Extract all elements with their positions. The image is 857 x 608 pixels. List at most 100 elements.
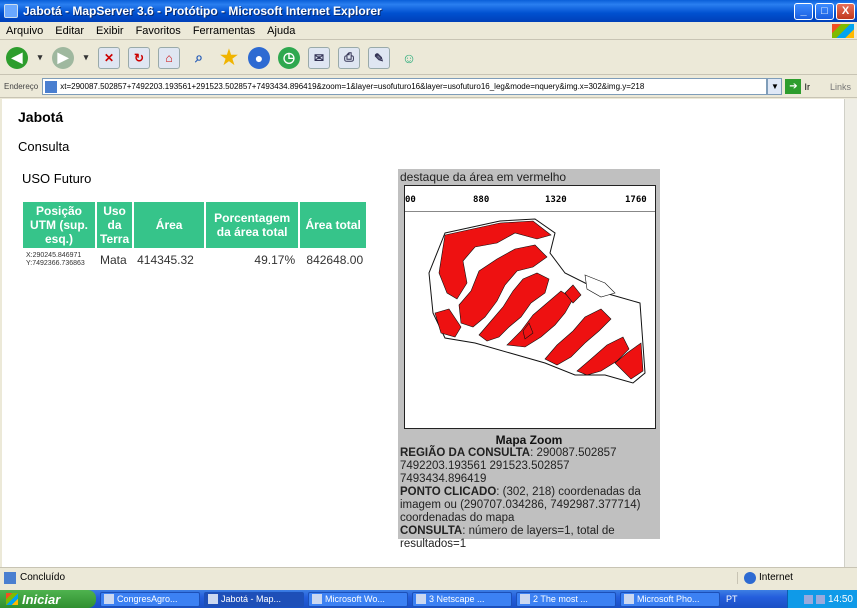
task-label: Microsoft Pho...: [637, 594, 700, 604]
scale-ruler: 00 880 1320 1760: [405, 186, 655, 212]
close-button[interactable]: X: [836, 2, 855, 20]
stop-icon[interactable]: ✕: [98, 46, 120, 69]
minimize-button[interactable]: _: [794, 2, 813, 20]
cell-uso: Mata: [100, 253, 127, 267]
coord-y: Y:7492366.736863: [26, 260, 85, 267]
browser-window: Jabotá - MapServer 3.6 - Protótipo - Mic…: [0, 0, 857, 590]
map-info: REGIÃO DA CONSULTA: 290087.502857 749220…: [400, 447, 658, 551]
back-icon[interactable]: ◀: [6, 46, 28, 69]
task-label: 3 Netscape ...: [429, 594, 485, 604]
ponto-label: PONTO CLICADO: [400, 486, 497, 498]
title-bar[interactable]: Jabotá - MapServer 3.6 - Protótipo - Mic…: [0, 0, 857, 22]
taskbar-item-congresagro[interactable]: CongresAgro...: [100, 591, 200, 607]
internet-zone-icon: [744, 571, 756, 584]
page-done-icon: [4, 571, 16, 584]
start-button[interactable]: Iniciar: [0, 590, 96, 608]
go-button[interactable]: Ir: [804, 82, 830, 92]
vertical-scrollbar[interactable]: [844, 99, 857, 567]
menu-bar: Arquivo Editar Exibir Favoritos Ferramen…: [0, 22, 857, 40]
map-zoom-label: Mapa Zoom: [495, 433, 563, 447]
ruler-tick: 00: [405, 195, 416, 205]
address-label: Endereço: [4, 82, 39, 91]
task-label: Microsoft Wo...: [325, 594, 385, 604]
forward-icon[interactable]: ▶: [52, 46, 74, 69]
edit-icon[interactable]: ✎: [368, 46, 390, 69]
back-dropdown-icon[interactable]: ▾: [36, 47, 44, 69]
search-icon[interactable]: ⌕: [188, 47, 210, 69]
status-text: Concluído: [20, 572, 66, 583]
status-bar: Concluído Internet: [0, 567, 857, 587]
map-header: destaque da área em vermelho: [400, 170, 567, 184]
windows-logo-icon: [832, 23, 854, 38]
col-area-total-header: Área total: [300, 202, 367, 248]
col-uso-header: Uso da Terra: [97, 202, 133, 248]
messenger-icon[interactable]: ☺: [398, 47, 420, 69]
clock: 14:50: [827, 593, 853, 605]
word-icon: [312, 594, 322, 604]
mail-icon[interactable]: ✉: [308, 46, 330, 69]
cell-area: 414345.32: [137, 253, 194, 267]
forward-dropdown-icon[interactable]: ▾: [82, 47, 90, 69]
section-title: Consulta: [18, 139, 70, 154]
print-icon[interactable]: ⎙: [338, 46, 360, 69]
address-bar: Endereço xt=290087.502857+7492203.193561…: [0, 76, 857, 98]
window-icon: [520, 594, 530, 604]
col-porcentagem-header: Porcentagem da área total: [206, 202, 299, 248]
page-icon: [45, 80, 58, 93]
menu-editar[interactable]: Editar: [49, 25, 90, 37]
cell-area-total: 842648.00: [306, 253, 364, 267]
taskbar-item-jabota[interactable]: Jabotá - Map...: [204, 591, 304, 607]
menu-favoritos[interactable]: Favoritos: [130, 25, 187, 37]
security-zone: Internet: [737, 571, 857, 584]
refresh-icon[interactable]: ↻: [128, 46, 150, 69]
col-posicao-header: Posição UTM (sup. esq.): [23, 202, 95, 248]
table-row: X:290245.846971 Y:7492366.736863 Mata 41…: [23, 250, 366, 270]
menu-arquivo[interactable]: Arquivo: [0, 25, 49, 37]
go-arrow-icon[interactable]: ➔: [785, 79, 802, 94]
task-label: CongresAgro...: [117, 594, 178, 604]
col-area-header: Área: [134, 202, 205, 248]
menu-exibir[interactable]: Exibir: [90, 25, 130, 37]
menu-ferramentas[interactable]: Ferramentas: [187, 25, 261, 37]
address-input[interactable]: xt=290087.502857+7492203.193561+291523.5…: [42, 78, 768, 95]
coord-x: X:290245.846971: [26, 252, 82, 259]
language-indicator[interactable]: PT: [726, 594, 738, 604]
favorites-icon[interactable]: ★: [218, 47, 240, 69]
task-label: 2 The most ...: [533, 594, 588, 604]
map-panel: destaque da área em vermelho 00 880 1320…: [398, 169, 660, 550]
maximize-button[interactable]: □: [815, 2, 834, 20]
cell-porcentagem: 49.17%: [254, 253, 296, 267]
tray-icon[interactable]: [803, 594, 813, 604]
taskbar-item-word[interactable]: Microsoft Wo...: [308, 591, 408, 607]
home-icon[interactable]: ⌂: [158, 46, 180, 69]
ruler-tick: 880: [473, 195, 490, 205]
site-title: Jabotá: [18, 109, 64, 125]
zone-label: Internet: [759, 572, 793, 583]
taskbar-item-netscape[interactable]: 3 Netscape ...: [412, 591, 512, 607]
table-header-row: Posição UTM (sup. esq.) Uso da Terra Áre…: [23, 202, 367, 248]
netscape-icon: [416, 594, 426, 604]
task-label: Jabotá - Map...: [221, 594, 282, 604]
history-icon[interactable]: ◷: [278, 46, 300, 69]
area-map: [428, 218, 646, 384]
taskbar-item-photo[interactable]: Microsoft Pho...: [620, 591, 720, 607]
regiao-label: REGIÃO DA CONSULTA: [400, 447, 531, 459]
taskbar-item-the-most[interactable]: 2 The most ...: [516, 591, 616, 607]
taskbar: Iniciar CongresAgro... Jabotá - Map... M…: [0, 590, 857, 608]
toolbar: ◀ ▾ ▶ ▾ ✕ ↻ ⌂ ⌕ ★ ● ◷ ✉ ⎙ ✎ ☺: [0, 41, 857, 75]
ie-icon: [208, 594, 218, 604]
menu-ajuda[interactable]: Ajuda: [261, 25, 301, 37]
address-dropdown-icon[interactable]: ▼: [767, 78, 783, 95]
window-title: Jabotá - MapServer 3.6 - Protótipo - Mic…: [23, 4, 382, 18]
map-image[interactable]: 00 880 1320 1760: [404, 185, 656, 429]
media-icon[interactable]: ●: [248, 46, 270, 69]
start-label: Iniciar: [22, 591, 61, 607]
photo-icon: [624, 594, 634, 604]
links-button[interactable]: Links: [830, 82, 857, 92]
tray-icon[interactable]: [815, 594, 825, 604]
address-url: xt=290087.502857+7492203.193561+291523.5…: [60, 82, 645, 91]
cell-posicao: X:290245.846971 Y:7492366.736863: [23, 250, 95, 270]
ruler-tick: 1760: [625, 195, 647, 205]
result-table: Posição UTM (sup. esq.) Uso da Terra Áre…: [21, 200, 368, 272]
ruler-tick: 1320: [545, 195, 567, 205]
